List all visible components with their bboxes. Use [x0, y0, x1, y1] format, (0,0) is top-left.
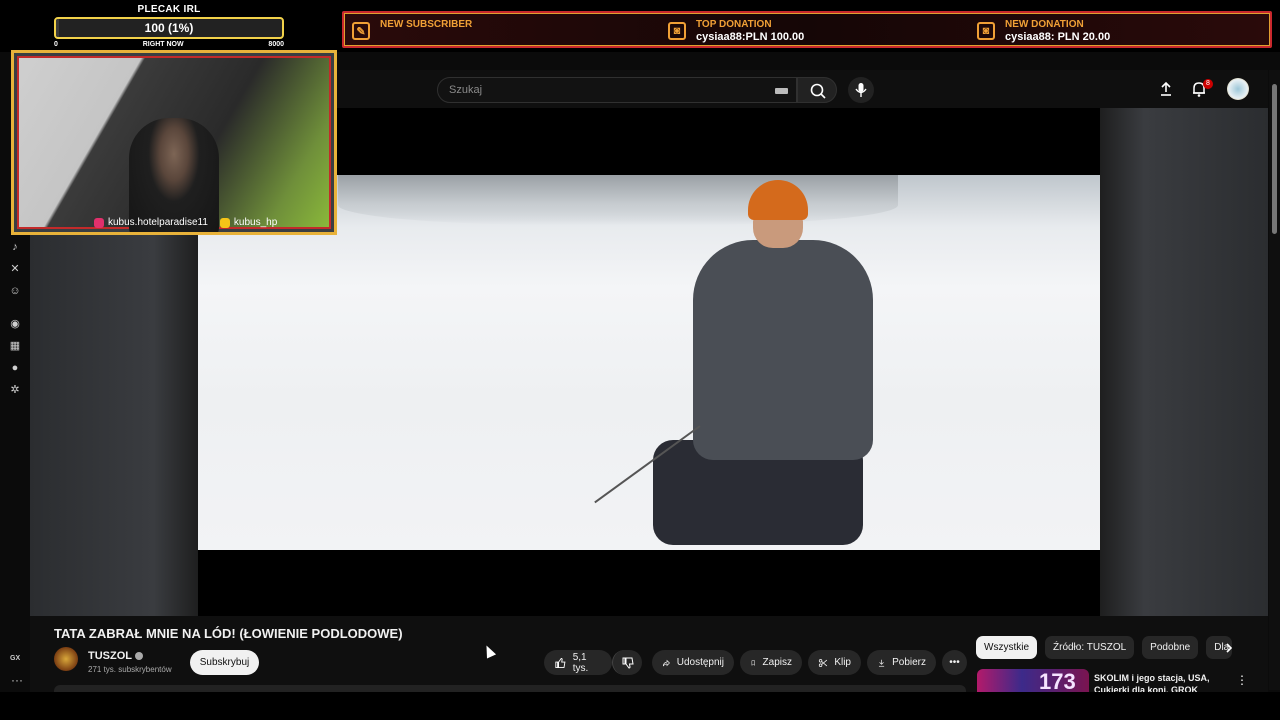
clip-button[interactable]: Klip — [808, 650, 861, 675]
search-button[interactable] — [797, 77, 837, 103]
plecak-scale: 0 RIGHT NOW 8000 — [54, 41, 284, 48]
social-label: kubus_hp — [233, 217, 278, 228]
webcam-feed — [17, 56, 331, 232]
stream-overlay-top: PLECAK IRL 100 (1%) 0 RIGHT NOW 8000 ✎ N… — [0, 0, 1280, 52]
plecak-scale-mid: RIGHT NOW — [142, 41, 184, 48]
save-label: Zapisz — [762, 657, 792, 668]
more-horizontal-icon[interactable]: ··· — [11, 673, 23, 687]
search-input[interactable] — [449, 84, 759, 96]
alert-title: NEW SUBSCRIBER — [380, 19, 473, 30]
like-button[interactable]: 5,1 tys. — [544, 650, 612, 675]
plecak-scale-max: 8000 — [268, 41, 284, 48]
scroll-thumb[interactable] — [1272, 84, 1277, 234]
chip-all[interactable]: Wszystkie — [976, 636, 1037, 659]
keyboard-icon[interactable] — [775, 88, 788, 94]
thumbs-up-icon — [555, 657, 566, 668]
verified-icon — [135, 652, 143, 661]
avatar[interactable] — [1227, 78, 1249, 100]
plecak-progress-bar: 100 (1%) — [54, 17, 284, 39]
thumbs-down-icon — [622, 657, 634, 669]
left-rail: ♪ ✕ ☺ ◉ ▦ ● ✲ — [0, 235, 30, 720]
alert-new-subscriber: ✎ NEW SUBSCRIBER — [344, 13, 946, 46]
save-button[interactable]: Zapisz — [740, 650, 802, 675]
search-box[interactable] — [437, 77, 797, 103]
clip-label: Klip — [834, 657, 851, 668]
plecak-widget: PLECAK IRL 100 (1%) 0 RIGHT NOW 8000 — [54, 4, 284, 48]
alert-title: TOP DONATION — [696, 19, 772, 30]
download-label: Pobierz — [892, 657, 926, 668]
bear-icon: ● — [11, 362, 19, 374]
discord-icon: ☺ — [9, 285, 21, 297]
chevron-right-icon[interactable] — [1222, 641, 1236, 655]
new-subscriber-icon: ✎ — [352, 22, 370, 40]
notification-badge: 8 — [1203, 79, 1213, 89]
more-vertical-icon[interactable]: ⋮ — [1236, 673, 1248, 687]
microphone-icon — [855, 83, 867, 97]
taskbar-strip — [0, 692, 1280, 720]
channel-avatar[interactable] — [54, 647, 78, 671]
scrollbar[interactable] — [1269, 70, 1280, 690]
alert-value: cysiaa88:PLN 100.00 — [696, 31, 805, 43]
bookmark-icon — [751, 659, 755, 666]
social-youtube: kubus_hp — [219, 217, 278, 228]
upload-icon[interactable] — [1157, 80, 1175, 98]
scissors-icon — [818, 658, 828, 667]
plecak-scale-min: 0 — [54, 41, 58, 48]
voice-search-button[interactable] — [848, 77, 874, 103]
youtube-icon — [219, 217, 230, 228]
plecak-value: 100 (1%) — [144, 21, 194, 35]
chip-related[interactable]: Podobne — [1142, 636, 1199, 659]
video-title: TATA ZABRAŁ MNIE NA LÓD! (ŁOWIENIE PODLO… — [54, 626, 403, 641]
circle-icon: ◉ — [10, 318, 20, 330]
download-icon — [878, 659, 885, 667]
camera-icon: ◙ — [977, 22, 995, 40]
ice-fisherman — [653, 180, 883, 550]
search-icon — [810, 83, 826, 99]
instagram-icon — [94, 217, 104, 228]
social-instagram: kubus.hotelparadise11 — [94, 217, 208, 228]
alert-value: cysiaa88: PLN 20.00 — [1005, 31, 1111, 43]
dislike-button[interactable] — [612, 650, 642, 675]
screen: PLECAK IRL 100 (1%) 0 RIGHT NOW 8000 ✎ N… — [0, 0, 1280, 720]
channel-name[interactable]: TUSZOL — [88, 650, 143, 662]
gx-label: GX — [10, 655, 21, 662]
download-button[interactable]: Pobierz — [867, 650, 936, 675]
more-horizontal-icon: ••• — [949, 657, 960, 668]
camera-icon: ◙ — [668, 22, 686, 40]
tiktok-icon: ♪ — [12, 241, 18, 253]
plecak-progress-fill — [56, 19, 59, 37]
chip-source[interactable]: Źródło: TUSZOL — [1045, 636, 1135, 659]
cards-icon: ▦ — [9, 340, 21, 352]
youtube-header: 8 — [337, 70, 1268, 108]
alert-title: NEW DONATION — [1005, 19, 1084, 30]
subscribe-button[interactable]: Subskrybuj — [190, 650, 259, 675]
gears-icon: ✲ — [10, 384, 20, 396]
webcam-overlay: kubus.hotelparadise11 kubus_hp — [11, 50, 337, 235]
more-actions-button[interactable]: ••• — [942, 650, 967, 675]
channel-subscribers: 271 tys. subskrybentów — [88, 665, 172, 674]
social-label: kubus.hotelparadise11 — [108, 217, 208, 228]
like-count: 5,1 tys. — [572, 651, 589, 674]
share-icon — [662, 659, 670, 666]
alert-new-donation: ◙ NEW DONATION cysiaa88: PLN 20.00 — [969, 13, 1118, 49]
webcam-socials: kubus.hotelparadise11 kubus_hp — [94, 217, 277, 228]
share-button[interactable]: Udostępnij — [652, 650, 734, 675]
x-icon: ✕ — [10, 263, 20, 275]
filter-chips: Wszystkie Źródło: TUSZOL Podobne Dla — [976, 636, 1233, 659]
share-label: Udostępnij — [676, 657, 724, 668]
plecak-title: PLECAK IRL — [137, 4, 201, 15]
alert-top-donation-content: ◙ TOP DONATION cysiaa88:PLN 100.00 — [660, 13, 812, 49]
